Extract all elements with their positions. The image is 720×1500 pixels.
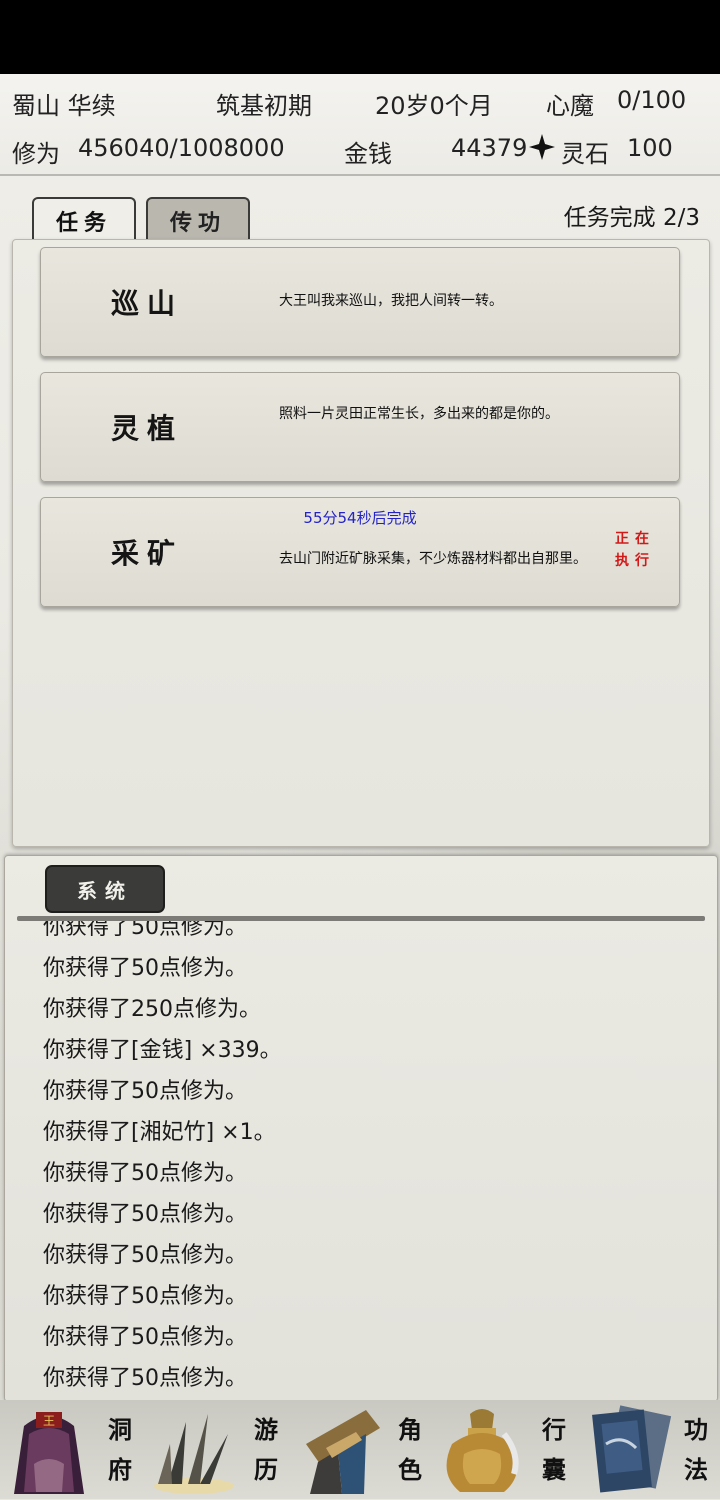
task-name: 巡山 — [111, 287, 184, 320]
nav-label-character: 角色 — [398, 1415, 422, 1484]
log-list[interactable]: 你获得了50点修为。 你获得了50点修为。 你获得了250点修为。 你获得了[金… — [5, 921, 717, 1396]
spirit-stone-value: 100 — [627, 134, 673, 162]
log-line: 你获得了50点修为。 — [43, 1202, 247, 1227]
task-status-badge: 正在执行 — [615, 531, 655, 569]
system-log-tab[interactable]: 系统 — [45, 865, 165, 913]
character-header: 蜀山 华续 筑基初期 20岁0个月 心魔 0/100 修为 456040/100… — [0, 74, 720, 176]
location-name: 蜀山 华续 — [12, 92, 116, 120]
age-text: 20岁0个月 — [375, 92, 493, 120]
task-description: 照料一片灵田正常生长，多出来的都是你的。 — [279, 406, 559, 422]
log-line: 你获得了250点修为。 — [43, 997, 261, 1022]
add-money-icon[interactable] — [528, 133, 556, 167]
task-card-plant[interactable]: 灵植 照料一片灵田正常生长，多出来的都是你的。 — [40, 372, 680, 482]
nav-item-cave[interactable]: 王 洞府 — [0, 1400, 144, 1499]
nav-item-bag[interactable]: 行囊 — [432, 1400, 576, 1499]
nav-item-skills[interactable]: 功法 — [576, 1400, 720, 1499]
cave-residence-icon: 王 — [4, 1404, 94, 1500]
task-progress: 任务完成 2/3 — [563, 205, 700, 231]
scroll-books-icon — [582, 1404, 674, 1500]
character-hat-icon — [296, 1404, 386, 1500]
nav-label-cave: 洞府 — [108, 1415, 132, 1484]
task-card-patrol[interactable]: 巡山 大王叫我来巡山，我把人间转一转。 — [40, 247, 680, 357]
log-line: 你获得了50点修为。 — [43, 1079, 247, 1104]
bottom-navigation: 王 洞府 游历 角色 行囊 功法 — [0, 1400, 720, 1499]
money-label: 金钱 — [344, 140, 392, 168]
svg-text:王: 王 — [43, 1414, 55, 1428]
log-line: 你获得了50点修为。 — [43, 1366, 247, 1391]
money-value: 44379 — [451, 134, 528, 162]
task-name: 采矿 — [111, 537, 184, 570]
task-card-mining[interactable]: 55分54秒后完成 采矿 去山门附近矿脉采集，不少炼器材料都出自那里。 正在执行 — [40, 497, 680, 607]
log-line: 你获得了50点修为。 — [43, 1325, 247, 1350]
nav-label-skills: 功法 — [684, 1415, 708, 1484]
heart-demon-value: 0/100 — [617, 86, 687, 114]
tab-tasks[interactable]: 任务 — [32, 197, 136, 243]
system-log-panel: 系统 你获得了50点修为。 你获得了50点修为。 你获得了250点修为。 你获得… — [4, 855, 718, 1402]
log-line: 你获得了50点修为。 — [43, 1243, 247, 1268]
tab-transmit[interactable]: 传功 — [146, 197, 250, 243]
nav-label-travel: 游历 — [254, 1415, 278, 1484]
task-name: 灵植 — [111, 412, 184, 445]
system-status-bar — [0, 0, 720, 74]
cultivation-label: 修为 — [12, 140, 60, 168]
log-line: 你获得了[湘妃竹] ×1。 — [43, 1120, 276, 1145]
spirit-stone-label: 灵石 — [561, 140, 609, 168]
log-line: 你获得了50点修为。 — [43, 956, 247, 981]
log-line: 你获得了50点修为。 — [43, 1161, 247, 1186]
task-description: 大王叫我来巡山，我把人间转一转。 — [279, 293, 503, 309]
nav-item-travel[interactable]: 游历 — [144, 1400, 288, 1499]
nav-label-bag: 行囊 — [542, 1415, 566, 1484]
nav-item-character[interactable]: 角色 — [288, 1400, 432, 1499]
log-line: 你获得了50点修为。 — [43, 921, 247, 940]
cultivation-value: 456040/1008000 — [78, 134, 285, 162]
heart-demon-label: 心魔 — [546, 92, 594, 120]
log-line: 你获得了[金钱] ×339。 — [43, 1038, 282, 1063]
task-description: 去山门附近矿脉采集，不少炼器材料都出自那里。 — [279, 551, 587, 567]
travel-grass-icon — [148, 1404, 240, 1500]
realm-level: 筑基初期 — [216, 92, 312, 120]
bag-icon — [434, 1404, 530, 1500]
log-line: 你获得了50点修为。 — [43, 1284, 247, 1309]
